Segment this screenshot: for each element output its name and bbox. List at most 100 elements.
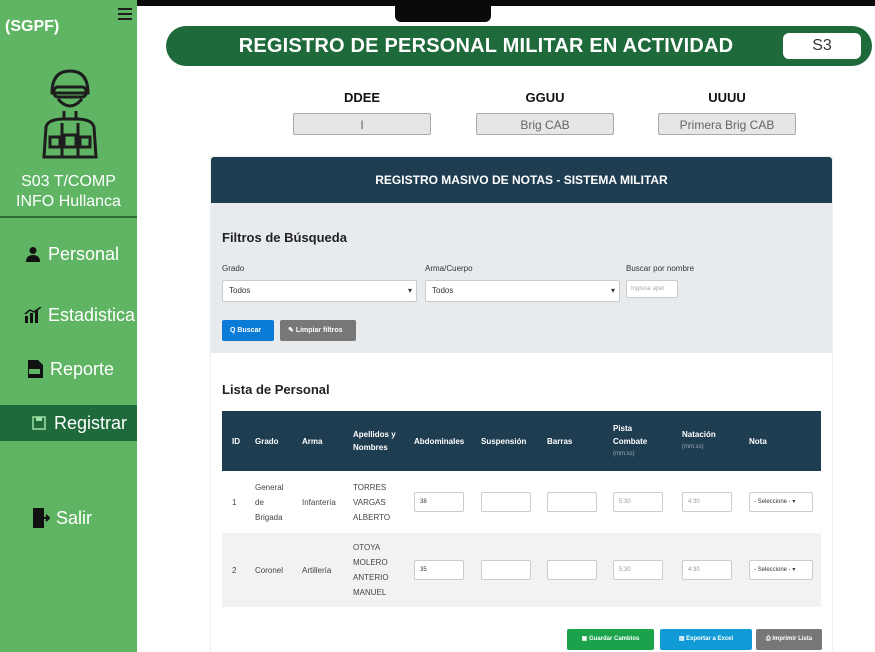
unit-value-field: Brig CAB <box>476 113 614 135</box>
filters-title: Filtros de Búsqueda <box>222 230 347 245</box>
grado-select[interactable]: Todos ▾ <box>222 280 417 302</box>
sidebar-item-registrar[interactable]: Registrar <box>0 405 137 441</box>
col-suspension: Suspensión <box>481 436 527 446</box>
clear-filters-button[interactable]: ✎ Limpiar filtros <box>280 320 356 341</box>
export-excel-label: Exportar a Excel <box>686 636 734 642</box>
natacion-input[interactable]: 4:30 <box>682 492 732 512</box>
user-line-1: S03 T/COMP <box>21 173 116 190</box>
user-line-2: INFO Hullanca <box>16 193 121 210</box>
sidebar-item-label: Estadistica <box>48 304 136 325</box>
save-changes-label: Guardar Cambios <box>588 636 640 642</box>
chart-icon <box>22 304 44 326</box>
search-name-input[interactable]: Ingrese apel <box>626 280 678 298</box>
sidebar-item-label: Personal <box>48 243 120 264</box>
col-natacion-sub: (mm:ss) <box>682 444 704 450</box>
unit-gguu: GGUU Brig CAB <box>476 90 614 135</box>
barras-input[interactable] <box>547 492 597 512</box>
suspension-input[interactable] <box>481 492 531 512</box>
cell-grado: Coronel <box>255 565 284 575</box>
col-natacion: Natación (mm:ss) <box>682 411 732 471</box>
pdf-icon <box>24 358 46 380</box>
card-title: REGISTRO MASIVO DE NOTAS - SISTEMA MILIT… <box>211 157 832 203</box>
user-icon <box>22 243 44 265</box>
sidebar-item-label: Registrar <box>54 412 128 433</box>
pista-input[interactable]: 5:30 <box>613 492 663 512</box>
col-arma: Arma <box>302 436 323 446</box>
sidebar-item-label: Reporte <box>50 358 115 379</box>
unit-ddee: DDEE I <box>293 90 431 135</box>
search-button-label: Q Buscar <box>230 327 262 334</box>
grado-label: Grado <box>222 264 245 273</box>
col-pista: Pista Combate (mm:ss) <box>613 411 663 471</box>
eraser-icon: ✎ <box>288 327 296 334</box>
nota-select-value: - Seleccione - <box>754 499 791 505</box>
chevron-down-icon: ▾ <box>610 286 615 295</box>
table-header: ID Grado Arma Apellidos y Nombres Abdomi… <box>222 411 821 471</box>
soldier-avatar-icon <box>42 69 98 159</box>
top-bar <box>137 0 875 6</box>
nota-select-value: - Seleccione - <box>754 567 791 573</box>
col-id: ID <box>232 436 240 446</box>
cell-id: 2 <box>232 565 237 575</box>
user-label: S03 T/COMP INFO Hullanca <box>0 172 137 212</box>
hamburger-menu-icon[interactable] <box>118 8 132 20</box>
col-barras: Barras <box>547 436 573 446</box>
arma-label: Arma/Cuerpo <box>425 264 473 273</box>
col-abdominales: Abdominales <box>414 436 465 446</box>
unit-value-field: I <box>293 113 431 135</box>
cell-nombre: OTOYA MOLERO ANTERIO MANUEL <box>353 543 389 597</box>
abdominales-input[interactable]: 38 <box>414 492 464 512</box>
cell-nombre: TORRES VARGAS ALBERTO <box>353 482 391 522</box>
col-nota: Nota <box>749 436 767 446</box>
suspension-input[interactable] <box>481 560 531 580</box>
unit-label: UUUU <box>708 90 746 105</box>
camera-notch <box>395 0 491 22</box>
arma-select[interactable]: Todos ▾ <box>425 280 620 302</box>
unit-value-field: Primera Brig CAB <box>658 113 796 135</box>
print-list-button[interactable]: ⎙ Imprimir Lista <box>756 629 822 650</box>
save-icon <box>28 412 50 434</box>
section-tag: S3 <box>783 33 861 59</box>
clear-filters-label: Limpiar filtros <box>295 327 343 334</box>
print-list-label: Imprimir Lista <box>772 636 813 642</box>
save-changes-button[interactable]: ▣ Guardar Cambios <box>567 629 654 650</box>
save-icon: ▣ <box>581 636 589 642</box>
nota-select[interactable]: - Seleccione - ▾ <box>749 560 813 580</box>
col-grado: Grado <box>255 436 279 446</box>
natacion-input[interactable]: 4:30 <box>682 560 732 580</box>
grado-select-value: Todos <box>229 286 251 295</box>
search-button[interactable]: Q Buscar <box>222 320 274 341</box>
col-apellidos: Apellidos y Nombres <box>353 430 396 452</box>
sidebar-item-estadistica[interactable]: Estadistica <box>0 297 137 333</box>
sidebar-divider <box>0 216 137 218</box>
cell-grado: General de Brigada <box>255 482 284 522</box>
barras-input[interactable] <box>547 560 597 580</box>
unit-uuuu: UUUU Primera Brig CAB <box>658 90 796 135</box>
list-title: Lista de Personal <box>222 382 330 397</box>
personnel-table: ID Grado Arma Apellidos y Nombres Abdomi… <box>222 411 821 607</box>
nota-select[interactable]: - Seleccione - ▾ <box>749 492 813 512</box>
table-row: 1 General de Brigada Infantería TORRES V… <box>222 471 821 533</box>
col-pista-label: Pista Combate <box>613 423 648 446</box>
notes-card: REGISTRO MASIVO DE NOTAS - SISTEMA MILIT… <box>211 157 832 652</box>
cell-id: 1 <box>232 497 237 507</box>
sidebar-item-reporte[interactable]: Reporte <box>0 351 137 387</box>
unit-label: DDEE <box>343 90 381 105</box>
sidebar-item-salir[interactable]: Salir <box>0 500 137 536</box>
abdominales-input[interactable]: 35 <box>414 560 464 580</box>
sidebar-item-personal[interactable]: Personal <box>0 236 137 272</box>
chevron-down-icon: ▾ <box>407 286 412 295</box>
sidebar: (SGPF) S03 T/COMP INFO Hullanca Personal… <box>0 0 137 652</box>
export-excel-button[interactable]: ▤ Exportar a Excel <box>660 629 752 650</box>
arma-select-value: Todos <box>432 286 454 295</box>
buscar-label: Buscar por nombre <box>626 264 695 273</box>
chevron-down-icon: ▾ <box>792 499 796 505</box>
brand-label: (SGPF) <box>5 18 60 35</box>
page-title: REGISTRO DE PERSONAL MILITAR EN ACTIVIDA… <box>238 35 734 57</box>
pista-input[interactable]: 5:30 <box>613 560 663 580</box>
chevron-down-icon: ▾ <box>792 567 796 573</box>
cell-arma: Infantería <box>302 497 336 507</box>
col-natacion-label: Natación <box>682 430 716 439</box>
col-pista-sub: (mm:ss) <box>613 450 635 457</box>
cell-arma: Artillería <box>302 565 332 575</box>
